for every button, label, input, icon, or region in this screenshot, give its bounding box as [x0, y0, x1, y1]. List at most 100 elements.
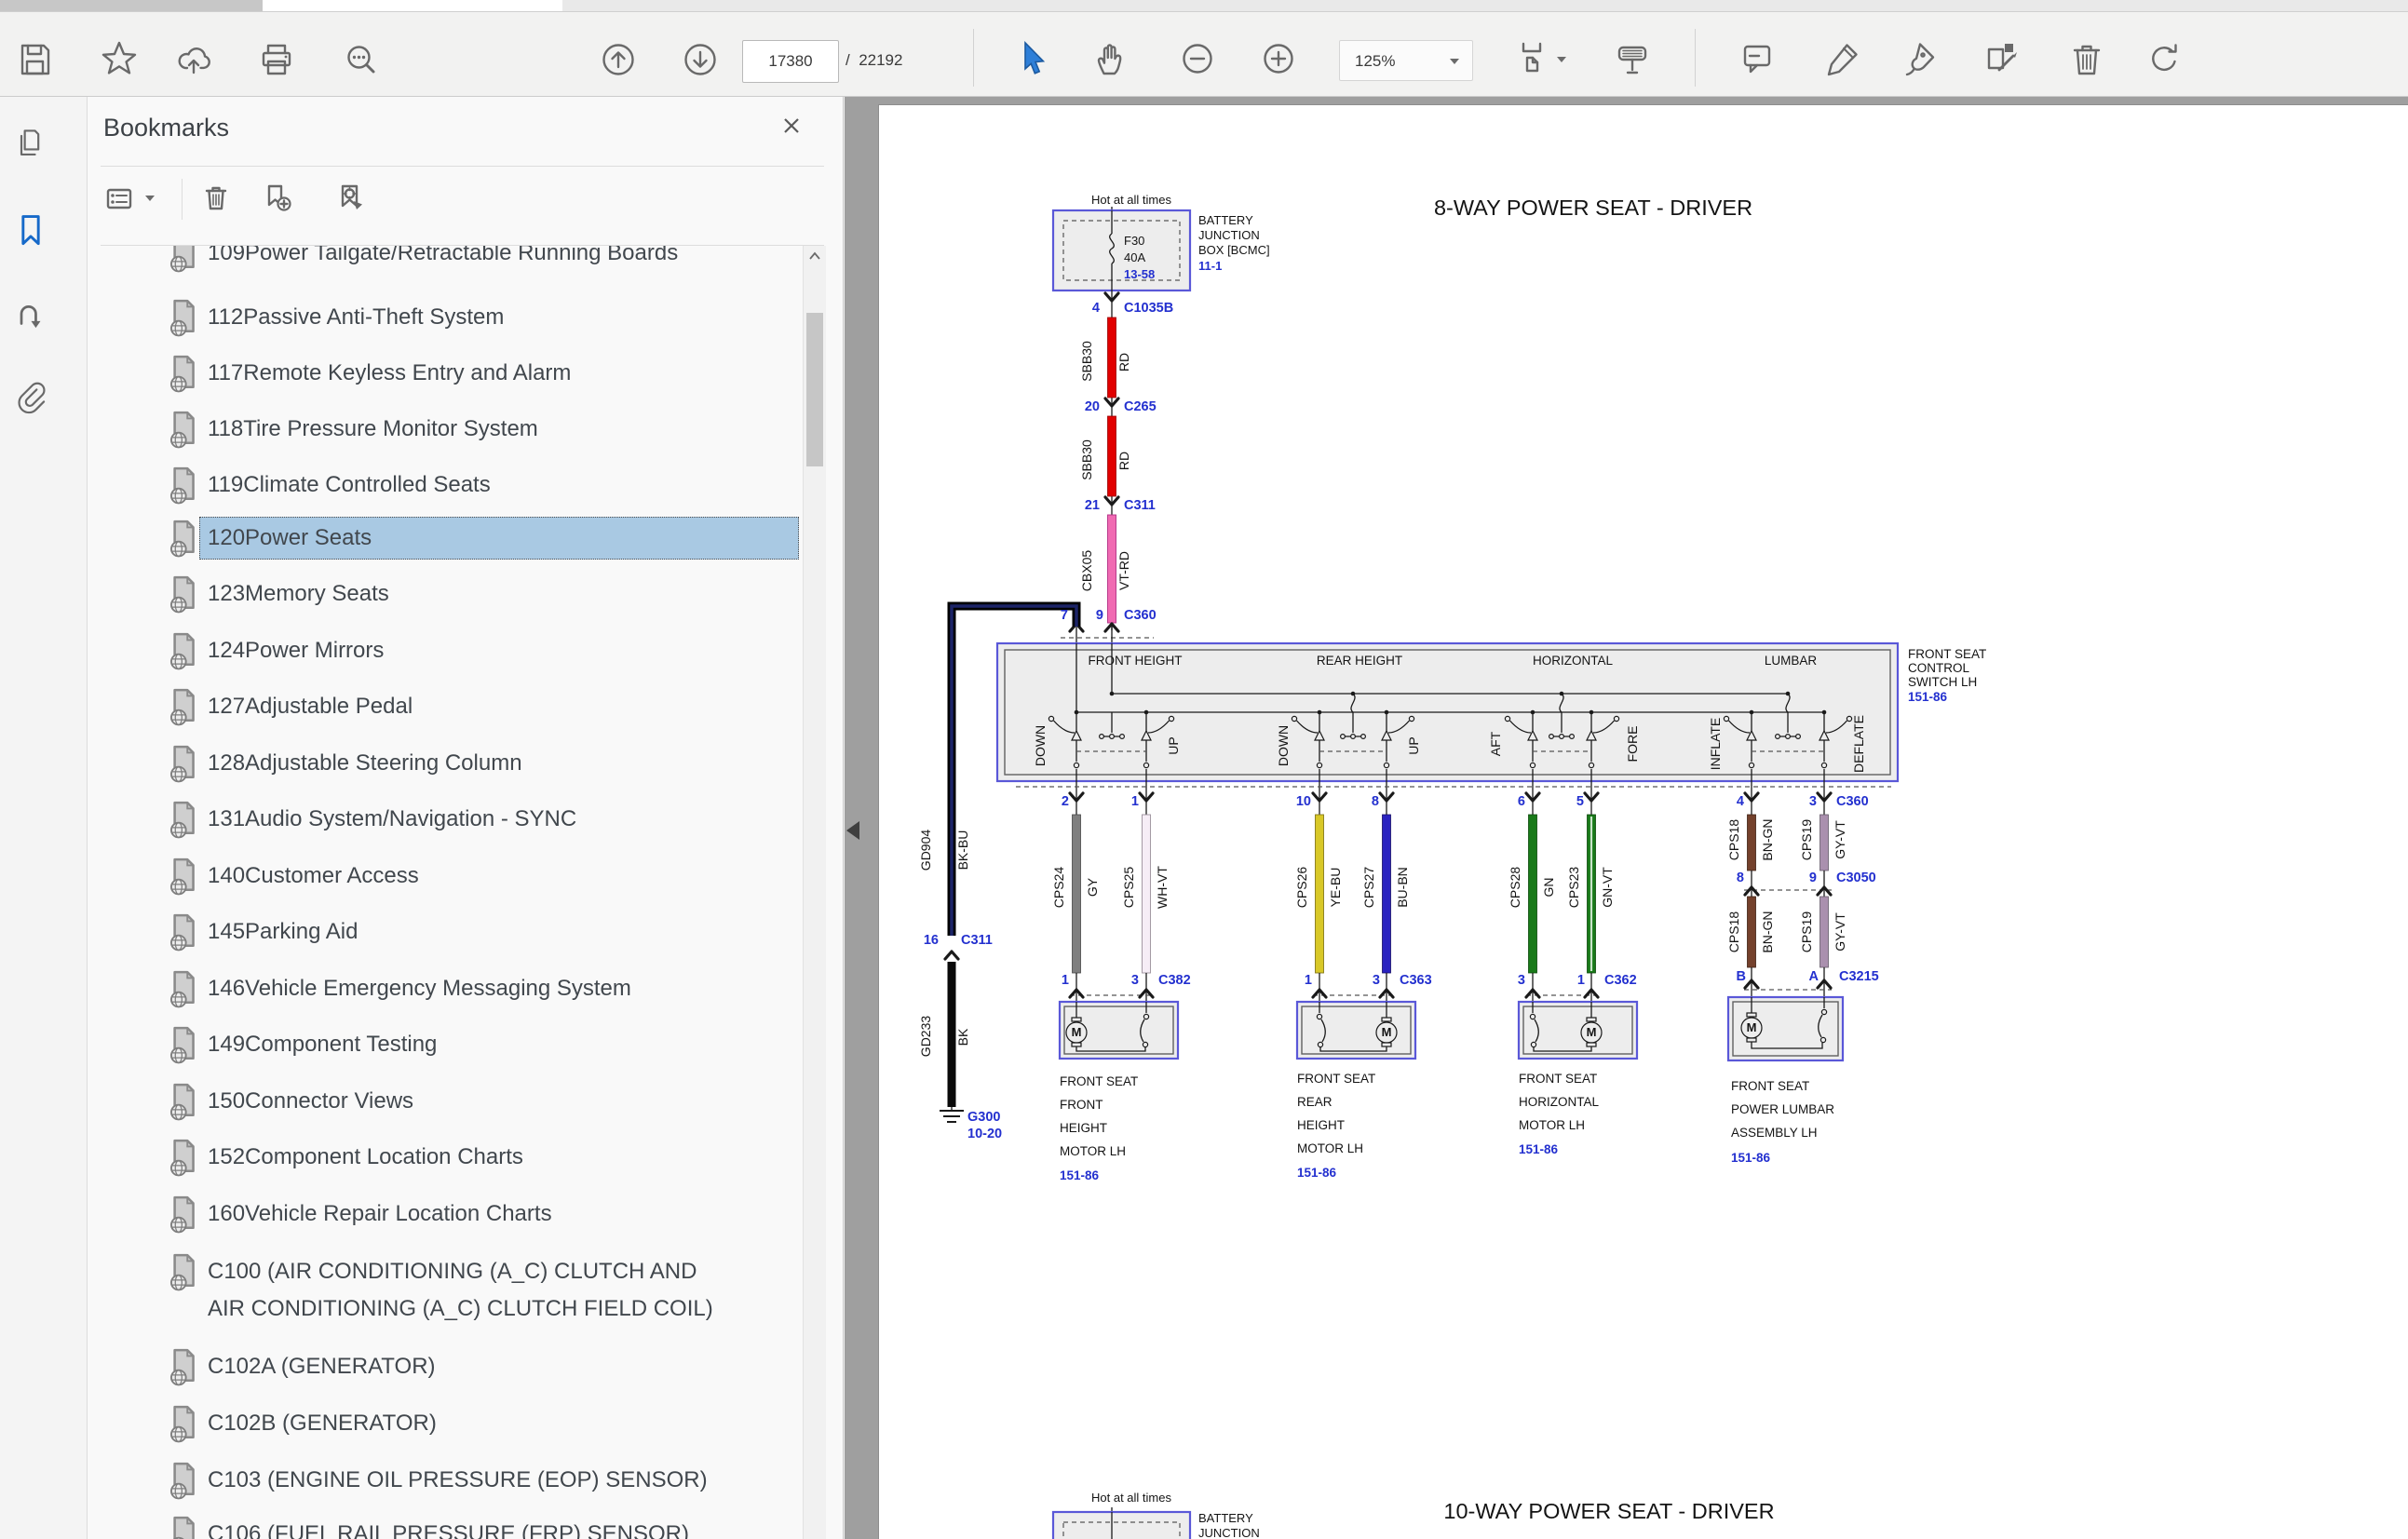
bookmark-page-icon: [166, 1195, 199, 1234]
switch-label-deflate: DEFLATE: [1851, 715, 1866, 773]
wire-cps19-a-color: GY-VT: [1833, 820, 1847, 859]
pin-5: 5: [1576, 794, 1584, 809]
bookmark-item[interactable]: 117Remote Keyless Entry and Alarm: [88, 351, 801, 396]
delete-button[interactable]: [2066, 39, 2107, 80]
bookmarks-panel-button[interactable]: [12, 212, 49, 250]
bookmark-item[interactable]: 120Power Seats: [88, 516, 801, 560]
bookmark-item[interactable]: 160Vehicle Repair Location Charts: [88, 1192, 801, 1236]
fit-width-button[interactable]: [1612, 39, 1653, 80]
motor-m-3: M: [1587, 1025, 1597, 1039]
hot-at-all-times-bottom: Hot at all times: [1091, 1491, 1171, 1505]
find-current-bookmark-button[interactable]: [335, 182, 367, 214]
bookmark-item[interactable]: C103 (ENGINE OIL PRESSURE (EOP) SENSOR): [88, 1458, 801, 1503]
print-button[interactable]: [256, 39, 297, 80]
bookmark-item[interactable]: 124Power Mirrors: [88, 628, 801, 673]
bookmark-item[interactable]: 119Climate Controlled Seats: [88, 463, 801, 507]
zoom-in-button[interactable]: [1258, 39, 1299, 80]
fountain-pen-icon: [1898, 39, 1939, 80]
switch-name-1: FRONT SEAT: [1908, 647, 1986, 661]
bookmark-item[interactable]: 127Adjustable Pedal: [88, 684, 801, 729]
wire-cps18-b-color: BN-GN: [1760, 911, 1775, 952]
motor-m-1: M: [1072, 1025, 1082, 1039]
add-bookmark-button[interactable]: [263, 182, 294, 214]
bookmark-page-icon: [166, 912, 199, 952]
pin-m2-1: 1: [1305, 973, 1312, 988]
select-tool-button[interactable]: [1011, 39, 1052, 80]
conn-c382: C382: [1158, 973, 1191, 988]
panel-collapse-handle[interactable]: [846, 821, 859, 840]
bookmark-item[interactable]: 123Memory Seats: [88, 572, 801, 616]
highlight-button[interactable]: [1821, 39, 1862, 80]
bookmark-item[interactable]: 145Parking Aid: [88, 910, 801, 954]
bookmark-label: C102A (GENERATOR): [208, 1348, 797, 1385]
page-number-input[interactable]: 17380: [742, 40, 839, 83]
add-bookmark-icon: [263, 182, 294, 214]
wire-cps28: CPS28: [1508, 867, 1522, 909]
toolbar-divider: [973, 29, 974, 87]
bookmark-item[interactable]: 118Tire Pressure Monitor System: [88, 407, 801, 452]
bookmark-item[interactable]: C102B (GENERATOR): [88, 1401, 801, 1446]
zoom-level-dropdown[interactable]: 125%: [1339, 40, 1473, 81]
bookmark-options-button[interactable]: [104, 182, 136, 214]
zoom-level: 125%: [1355, 52, 1395, 70]
wire-cps26: CPS26: [1294, 867, 1309, 909]
scroll-up-icon[interactable]: [807, 250, 822, 264]
bookmark-item[interactable]: 149Component Testing: [88, 1022, 801, 1067]
bookmark-item[interactable]: 128Adjustable Steering Column: [88, 741, 801, 786]
bookmark-item[interactable]: 146Vehicle Emergency Messaging System: [88, 966, 801, 1011]
bookmark-item[interactable]: C102A (GENERATOR): [88, 1344, 801, 1389]
bookmark-label: 120Power Seats: [208, 520, 797, 557]
bookmark-item[interactable]: 109Power Tailgate/Retractable Running Bo…: [88, 246, 801, 276]
zoom-out-button[interactable]: [1177, 39, 1218, 80]
refresh-button[interactable]: [2144, 39, 2185, 80]
find-button[interactable]: [341, 39, 382, 80]
cloud-upload-button[interactable]: [173, 39, 214, 80]
bookmark-label: 145Parking Aid: [208, 913, 797, 951]
bookmark-label: 160Vehicle Repair Location Charts: [208, 1195, 797, 1233]
cloud-upload-icon: [173, 39, 214, 80]
zoom-in-icon: [1258, 39, 1299, 80]
close-panel-button[interactable]: [778, 112, 805, 140]
signature-flow-button[interactable]: [12, 301, 49, 338]
bookmarks-scrollbar[interactable]: [803, 246, 826, 1539]
fuse-grid: 13-58: [1124, 267, 1155, 281]
wiring-diagram: 8-WAY POWER SEAT - DRIVERHot at all time…: [879, 105, 2408, 1539]
bookmark-item[interactable]: 140Customer Access: [88, 854, 801, 898]
attachments-button[interactable]: [12, 380, 49, 417]
signature-pen-button[interactable]: [1898, 39, 1939, 80]
hand-tool-button[interactable]: [1091, 39, 1132, 80]
star-button[interactable]: [99, 39, 140, 80]
bookmark-item[interactable]: C106 (FUEL RAIL PRESSURE (FRP) SENSOR): [88, 1512, 801, 1539]
active-document-tab[interactable]: [263, 0, 562, 11]
bookmark-item[interactable]: 150Connector Views: [88, 1079, 801, 1124]
delete-bookmark-button[interactable]: [200, 182, 232, 214]
bookmark-item[interactable]: 152Component Location Charts: [88, 1135, 801, 1180]
bookmark-page-icon: [166, 969, 199, 1008]
comment-button[interactable]: [1737, 39, 1778, 80]
bookmark-page-icon: [166, 519, 199, 558]
fill-sign-button[interactable]: [1982, 39, 2022, 80]
pin-c3050-9: 9: [1809, 871, 1817, 885]
bookmark-label: C103 (ENGINE OIL PRESSURE (EOP) SENSOR): [208, 1462, 797, 1499]
switch-label-down-1: DOWN: [1033, 725, 1048, 766]
previous-page-button[interactable]: [598, 39, 639, 80]
panel-divider: [101, 166, 824, 167]
bookmark-label: 124Power Mirrors: [208, 632, 797, 669]
next-page-button[interactable]: [680, 39, 721, 80]
scrollbar-thumb[interactable]: [806, 313, 823, 466]
page-fit-button[interactable]: [1511, 39, 1552, 80]
motor1-grid: 151-86: [1060, 1168, 1100, 1182]
switch-label-up-1: UP: [1166, 736, 1181, 754]
conn-c265: C265: [1124, 399, 1157, 414]
trash-icon: [200, 182, 232, 214]
bookmark-label: 112Passive Anti-Theft System: [208, 299, 797, 336]
wire-cps19-a: CPS19: [1799, 819, 1814, 861]
bookmark-item[interactable]: C100 (AIR CONDITIONING (A_C) CLUTCH ANDA…: [88, 1249, 801, 1335]
bookmark-item[interactable]: 112Passive Anti-Theft System: [88, 295, 801, 340]
bookmark-item[interactable]: 131Audio System/Navigation - SYNC: [88, 797, 801, 842]
wire-cps28-color: GN: [1541, 878, 1556, 898]
page-thumbnails-button[interactable]: [12, 126, 49, 163]
bookmark-label: 109Power Tailgate/Retractable Running Bo…: [208, 246, 797, 272]
save-button[interactable]: [15, 39, 56, 80]
bjb2-line2: JUNCTION: [1198, 1526, 1260, 1539]
